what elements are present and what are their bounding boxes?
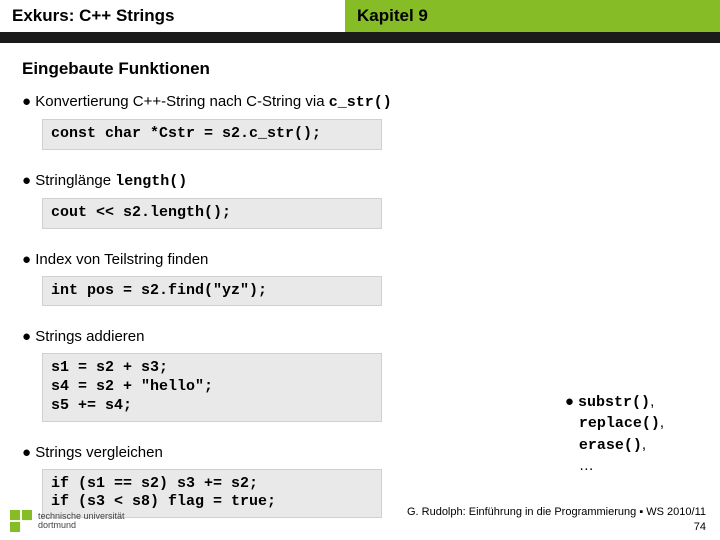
sidefn-line-1: ● substr(), — [565, 392, 664, 413]
title-bar: Exkurs: C++ Strings Kapitel 9 — [0, 0, 720, 32]
sidefn-1-post: , — [650, 393, 654, 410]
bullet-1-mono: length() — [115, 173, 187, 190]
bullet-2: ● Index von Teilstring finden — [22, 251, 698, 268]
title-right: Kapitel 9 — [345, 0, 720, 32]
sidefn-line-2: replace(), — [565, 413, 664, 434]
bullet-3-text: ● Strings addieren — [22, 328, 144, 345]
code-2: int pos = s2.find("yz"); — [42, 276, 382, 307]
bullet-0-text: ● Konvertierung C++-String nach C-String… — [22, 93, 329, 110]
page-number: 74 — [407, 520, 706, 534]
logo-line-2: dortmund — [38, 521, 125, 530]
divider-strip — [0, 32, 720, 43]
title-left: Exkurs: C++ Strings — [0, 0, 345, 32]
sidefn-2-post: , — [660, 414, 664, 431]
bullet-3: ● Strings addieren — [22, 328, 698, 345]
bullet-0: ● Konvertierung C++-String nach C-String… — [22, 93, 698, 111]
sidefn-line-3: erase(), — [565, 435, 664, 456]
logo-text: technische universität dortmund — [38, 512, 125, 531]
tu-logo-icon — [10, 510, 32, 532]
footer-line-1: G. Rudolph: Einführung in die Programmie… — [407, 505, 706, 519]
sidefn-bullet: ● — [565, 393, 578, 410]
slide: Exkurs: C++ Strings Kapitel 9 Eingebaute… — [0, 0, 720, 540]
bullet-1: ● Stringlänge length() — [22, 172, 698, 190]
sidefn-line-4: … — [565, 456, 664, 476]
footer: G. Rudolph: Einführung in die Programmie… — [407, 505, 706, 534]
sidefn-substr: substr() — [578, 394, 650, 411]
subtitle: Eingebaute Funktionen — [22, 59, 698, 79]
bullet-1-text: ● Stringlänge — [22, 172, 115, 189]
side-functions: ● substr(), replace(), erase(), … — [565, 392, 664, 476]
code-3: s1 = s2 + s3; s4 = s2 + "hello"; s5 += s… — [42, 353, 382, 421]
sidefn-erase: erase() — [579, 437, 642, 454]
code-1: cout << s2.length(); — [42, 198, 382, 229]
bullet-0-mono: c_str() — [329, 94, 392, 111]
sidefn-replace: replace() — [579, 415, 660, 432]
bullet-2-text: ● Index von Teilstring finden — [22, 251, 208, 268]
code-0: const char *Cstr = s2.c_str(); — [42, 119, 382, 150]
university-logo: technische universität dortmund — [10, 510, 125, 532]
bullet-4-text: ● Strings vergleichen — [22, 444, 163, 461]
sidefn-3-post: , — [642, 436, 646, 453]
